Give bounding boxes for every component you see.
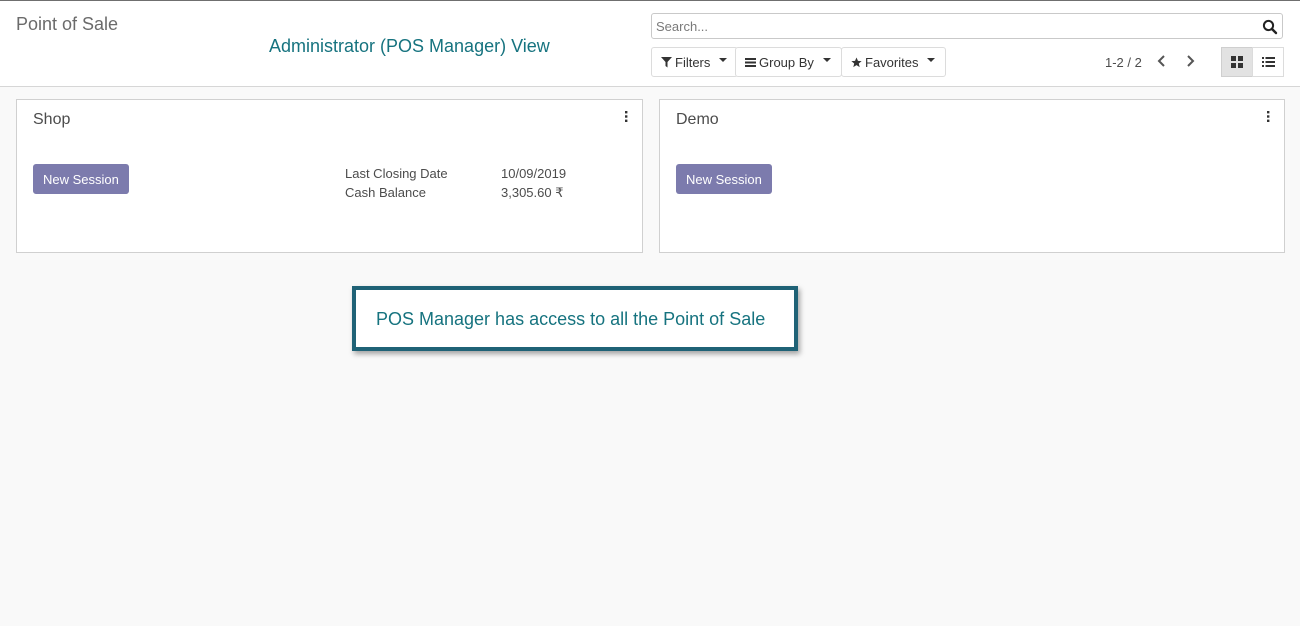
- pos-card-shop[interactable]: Shop New Session Last Closing Date 10/09…: [16, 99, 643, 253]
- search-icon[interactable]: [1262, 19, 1278, 35]
- favorites-label: Favorites: [865, 54, 919, 70]
- pager-value[interactable]: 1-2 / 2: [1105, 55, 1142, 70]
- group-by-label: Group By: [759, 54, 814, 70]
- filters-label: Filters: [675, 54, 711, 70]
- chevron-left-icon[interactable]: [1155, 53, 1169, 69]
- last-closing-date-label: Last Closing Date: [345, 166, 448, 181]
- filter-icon: [661, 56, 672, 67]
- card-title: Shop: [33, 111, 71, 128]
- favorites-button[interactable]: Favorites: [841, 47, 947, 77]
- kanban-view-icon: [1231, 56, 1243, 68]
- caret-down-icon: [719, 58, 728, 62]
- search-bar[interactable]: [651, 13, 1283, 39]
- kebab-menu-icon[interactable]: [1266, 111, 1270, 124]
- annotation-callout: POS Manager has access to all the Point …: [352, 286, 798, 351]
- list-view-icon: [1261, 57, 1275, 67]
- cash-balance-value: 3,305.60 ₹: [501, 185, 564, 200]
- cash-balance-label: Cash Balance: [345, 185, 426, 200]
- new-session-button[interactable]: New Session: [676, 164, 772, 194]
- kanban-view-button[interactable]: [1221, 47, 1253, 77]
- caret-down-icon: [822, 58, 831, 62]
- control-panel: Point of Sale Administrator (POS Manager…: [0, 1, 1300, 87]
- view-caption: Administrator (POS Manager) View: [269, 36, 550, 56]
- list-view-button[interactable]: [1252, 47, 1284, 77]
- last-closing-date-value: 10/09/2019: [501, 166, 567, 181]
- chevron-right-icon[interactable]: [1183, 53, 1197, 69]
- group-by-button[interactable]: Group By: [735, 47, 842, 77]
- star-icon: [851, 56, 862, 67]
- card-title: Demo: [676, 111, 719, 128]
- pos-card-demo[interactable]: Demo New Session: [659, 99, 1285, 253]
- new-session-button[interactable]: New Session: [33, 164, 129, 194]
- breadcrumb[interactable]: Point of Sale: [16, 14, 118, 35]
- kebab-menu-icon[interactable]: [624, 111, 628, 124]
- filters-button[interactable]: Filters: [651, 47, 739, 77]
- group-by-icon: [745, 57, 756, 67]
- annotation-text: POS Manager has access to all the Point …: [376, 309, 766, 329]
- search-input[interactable]: [656, 17, 1246, 35]
- caret-down-icon: [927, 58, 936, 62]
